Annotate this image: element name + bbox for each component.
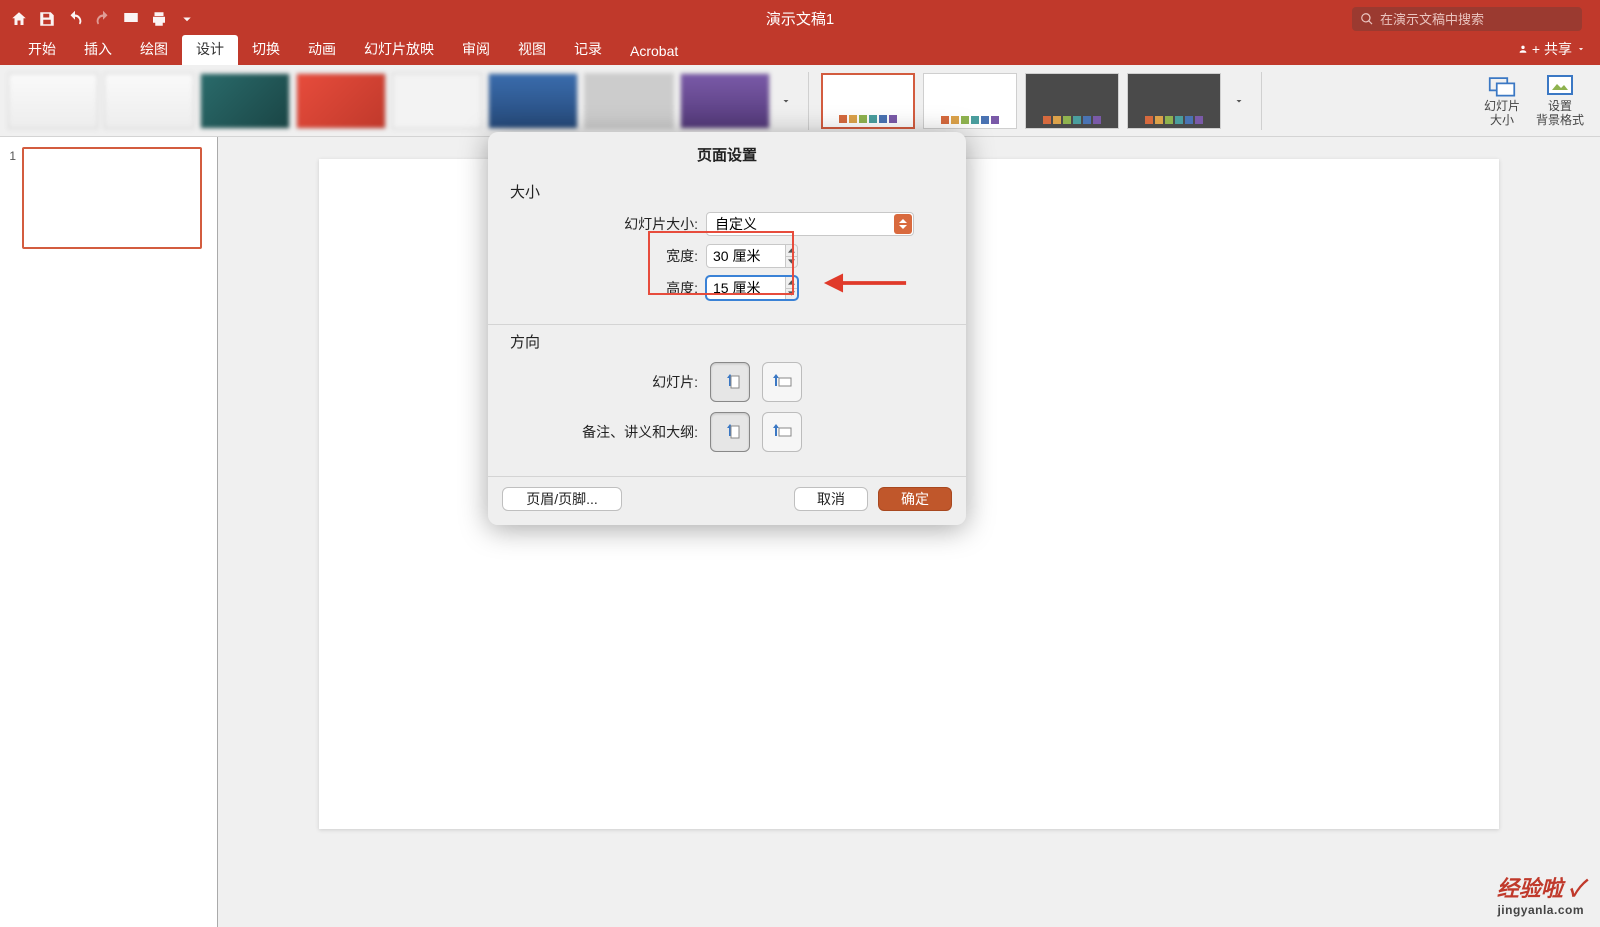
notes-landscape-button[interactable]	[762, 412, 802, 452]
theme-thumbnail[interactable]	[200, 73, 290, 129]
tab-view[interactable]: 视图	[504, 35, 560, 65]
theme-thumbnail[interactable]	[104, 73, 194, 129]
variant-thumbnail[interactable]	[821, 73, 915, 129]
width-stepper[interactable]	[786, 244, 798, 268]
search-icon	[1360, 12, 1374, 26]
step-down-icon[interactable]	[786, 257, 797, 268]
select-stepper-icon[interactable]	[894, 214, 912, 234]
ribbon-tabs: 开始 插入 绘图 设计 切换 动画 幻灯片放映 审阅 视图 记录 Acrobat…	[0, 37, 1600, 65]
variant-thumbnail[interactable]	[1025, 73, 1119, 129]
theme-thumbnail[interactable]	[8, 73, 98, 129]
portrait-icon	[718, 370, 742, 394]
share-button[interactable]: + 共享	[1518, 39, 1586, 59]
variant-gallery[interactable]	[821, 73, 1249, 129]
tab-animations[interactable]: 动画	[294, 35, 350, 65]
slide-landscape-button[interactable]	[762, 362, 802, 402]
variant-gallery-more[interactable]	[1229, 73, 1249, 129]
page-setup-dialog: 页面设置 大小 幻灯片大小: 宽度: 高度:	[488, 132, 966, 525]
slide-portrait-button[interactable]	[710, 362, 750, 402]
tab-slideshow[interactable]: 幻灯片放映	[350, 35, 448, 65]
orientation-section: 方向 幻灯片: 备注、讲义和大纲:	[488, 325, 966, 476]
notes-orientation-label: 备注、讲义和大纲:	[510, 422, 698, 442]
tab-draw[interactable]: 绘图	[126, 35, 182, 65]
notes-portrait-button[interactable]	[710, 412, 750, 452]
slide-size-select[interactable]	[706, 212, 914, 236]
quick-access-toolbar	[8, 8, 198, 30]
title-bar: 演示文稿1 在演示文稿中搜索	[0, 0, 1600, 37]
tab-insert[interactable]: 插入	[70, 35, 126, 65]
ok-button[interactable]: 确定	[878, 487, 952, 511]
save-icon[interactable]	[36, 8, 58, 30]
search-placeholder: 在演示文稿中搜索	[1380, 9, 1484, 28]
theme-thumbnail[interactable]	[392, 73, 482, 129]
width-label: 宽度:	[620, 246, 698, 266]
search-box[interactable]: 在演示文稿中搜索	[1352, 7, 1582, 31]
tab-review[interactable]: 审阅	[448, 35, 504, 65]
height-stepper[interactable]	[786, 276, 798, 300]
orientation-section-label: 方向	[510, 331, 944, 352]
present-icon[interactable]	[120, 8, 142, 30]
tab-home[interactable]: 开始	[14, 35, 70, 65]
redo-icon[interactable]	[92, 8, 114, 30]
tab-record[interactable]: 记录	[560, 35, 616, 65]
ribbon-separator	[1261, 72, 1262, 130]
chevron-down-icon	[1576, 44, 1586, 54]
slide-size-label: 幻灯片大小:	[620, 214, 698, 234]
design-ribbon: 幻灯片 大小 设置 背景格式	[0, 65, 1600, 137]
print-icon[interactable]	[148, 8, 170, 30]
variant-thumbnail[interactable]	[923, 73, 1017, 129]
step-down-icon[interactable]	[786, 289, 797, 300]
watermark: 经验啦 ✓ jingyanla.com	[1497, 871, 1584, 917]
step-up-icon[interactable]	[786, 245, 797, 257]
tab-transitions[interactable]: 切换	[238, 35, 294, 65]
slide-thumbnail-preview[interactable]	[22, 147, 202, 249]
format-background-button[interactable]: 设置 背景格式	[1536, 74, 1584, 126]
tab-design[interactable]: 设计	[182, 35, 238, 65]
ribbon-separator	[808, 72, 809, 130]
home-icon[interactable]	[8, 8, 30, 30]
width-input[interactable]	[706, 244, 798, 268]
step-up-icon[interactable]	[786, 277, 797, 289]
slide-number: 1	[4, 147, 16, 249]
width-value	[706, 244, 786, 268]
height-value	[706, 276, 786, 300]
slide-thumbnails-pane[interactable]: 1	[0, 137, 218, 927]
landscape-icon	[770, 370, 794, 394]
slide-size-button[interactable]: 幻灯片 大小	[1484, 74, 1520, 126]
theme-gallery-more[interactable]	[776, 73, 796, 129]
header-footer-button[interactable]: 页眉/页脚...	[502, 487, 622, 511]
slide-size-value	[706, 212, 914, 236]
portrait-icon	[718, 420, 742, 444]
theme-thumbnail[interactable]	[680, 73, 770, 129]
dialog-title: 页面设置	[488, 132, 966, 175]
variant-thumbnail[interactable]	[1127, 73, 1221, 129]
slide-orientation-label: 幻灯片:	[510, 372, 698, 392]
height-label: 高度:	[620, 278, 698, 298]
undo-icon[interactable]	[64, 8, 86, 30]
cancel-button[interactable]: 取消	[794, 487, 868, 511]
tab-acrobat[interactable]: Acrobat	[616, 39, 692, 65]
slide-thumbnail[interactable]: 1	[4, 147, 213, 249]
height-input[interactable]	[706, 276, 798, 300]
slide-size-icon	[1488, 74, 1516, 98]
document-title: 演示文稿1	[766, 8, 834, 29]
format-bg-icon	[1546, 74, 1574, 98]
theme-gallery[interactable]	[8, 73, 796, 129]
qat-dropdown-icon[interactable]	[176, 8, 198, 30]
annotation-arrow	[822, 270, 908, 301]
dialog-footer: 页眉/页脚... 取消 确定	[488, 476, 966, 525]
theme-thumbnail[interactable]	[584, 73, 674, 129]
theme-thumbnail[interactable]	[488, 73, 578, 129]
share-person-icon	[1518, 44, 1528, 54]
size-section-label: 大小	[510, 181, 944, 202]
landscape-icon	[770, 420, 794, 444]
theme-thumbnail[interactable]	[296, 73, 386, 129]
